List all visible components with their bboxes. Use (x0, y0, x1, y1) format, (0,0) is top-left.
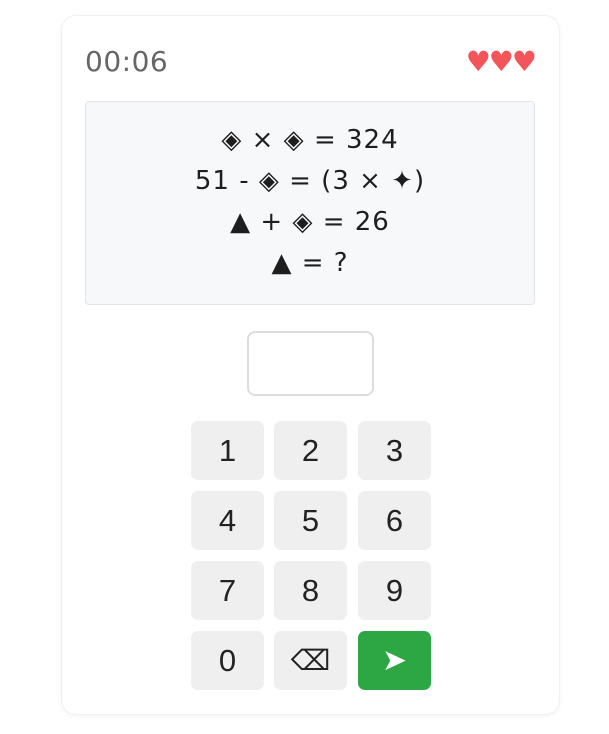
equation-line: ▲ + ◈ = 26 (230, 207, 390, 237)
key-7[interactable]: 7 (191, 561, 264, 620)
key-1[interactable]: 1 (191, 421, 264, 480)
send-arrow-icon: ➤ (381, 644, 408, 677)
answer-input[interactable] (247, 331, 374, 396)
equation-line: 51 - ◈ = (3 × ✦) (194, 166, 426, 196)
key-8[interactable]: 8 (274, 561, 347, 620)
key-2[interactable]: 2 (274, 421, 347, 480)
key-4[interactable]: 4 (191, 491, 264, 550)
equation-line: ◈ × ◈ = 324 (221, 125, 399, 155)
key-5[interactable]: 5 (274, 491, 347, 550)
submit-button[interactable]: ➤ (358, 631, 431, 690)
key-3[interactable]: 3 (358, 421, 431, 480)
key-9[interactable]: 9 (358, 561, 431, 620)
puzzle-panel: ◈ × ◈ = 324 51 - ◈ = (3 × ✦) ▲ + ◈ = 26 … (85, 101, 535, 305)
backspace-icon: ⌫ (290, 644, 331, 677)
lives-hearts: ♥♥♥ (465, 45, 537, 78)
question-line: ▲ = ? (271, 248, 349, 278)
key-6[interactable]: 6 (358, 491, 431, 550)
backspace-button[interactable]: ⌫ (274, 631, 347, 690)
timer: 00:06 (85, 45, 169, 78)
key-0[interactable]: 0 (191, 631, 264, 690)
